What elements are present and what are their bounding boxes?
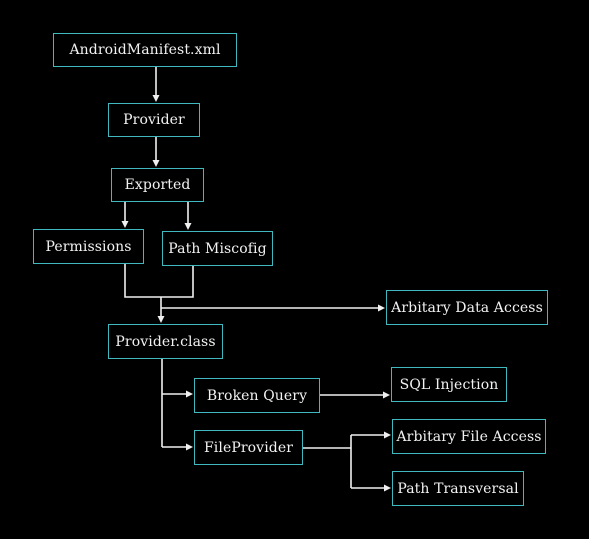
node-label: Provider.class xyxy=(115,333,216,350)
node-label: Provider xyxy=(123,112,185,128)
node-label: FileProvider xyxy=(203,439,294,456)
edge-fileprovider-branches xyxy=(302,431,391,492)
edge-merge-arbitrary-data-access xyxy=(161,304,385,312)
node-label: AndroidManifest.xml xyxy=(69,42,221,58)
edge-exported-permissions xyxy=(121,201,129,228)
node-android-manifest: AndroidManifest.xml xyxy=(53,33,237,67)
node-arbitrary-file-access: Arbitary File Access xyxy=(392,419,546,454)
node-file-provider: FileProvider xyxy=(194,430,303,465)
edge-provider-class-branches xyxy=(161,358,193,451)
node-label: SQL Injection xyxy=(399,376,499,393)
node-label: Exported xyxy=(124,177,191,193)
node-label: Arbitary File Access xyxy=(396,428,542,445)
node-label: Path Miscofig xyxy=(168,240,267,257)
edge-exported-path-misconfig xyxy=(184,201,192,230)
node-label: Permissions xyxy=(45,238,132,255)
node-provider: Provider xyxy=(108,103,200,137)
node-arbitrary-data-access: Arbitary Data Access xyxy=(386,290,548,325)
node-permissions: Permissions xyxy=(33,229,144,264)
edge-merge-provider-class xyxy=(124,263,194,323)
node-provider-class: Provider.class xyxy=(108,324,223,359)
edge-manifest-provider xyxy=(152,66,160,102)
edge-broken-query-sql-injection xyxy=(320,391,390,399)
node-label: Arbitary Data Access xyxy=(391,299,543,316)
node-broken-query: Broken Query xyxy=(194,378,320,413)
node-sql-injection: SQL Injection xyxy=(391,367,507,402)
node-path-misconfig: Path Miscofig xyxy=(162,231,273,266)
node-exported: Exported xyxy=(111,168,204,202)
node-path-traversal: Path Transversal xyxy=(392,471,524,506)
node-label: Broken Query xyxy=(206,387,308,404)
node-label: Path Transversal xyxy=(397,480,519,497)
edge-provider-exported xyxy=(152,136,160,167)
